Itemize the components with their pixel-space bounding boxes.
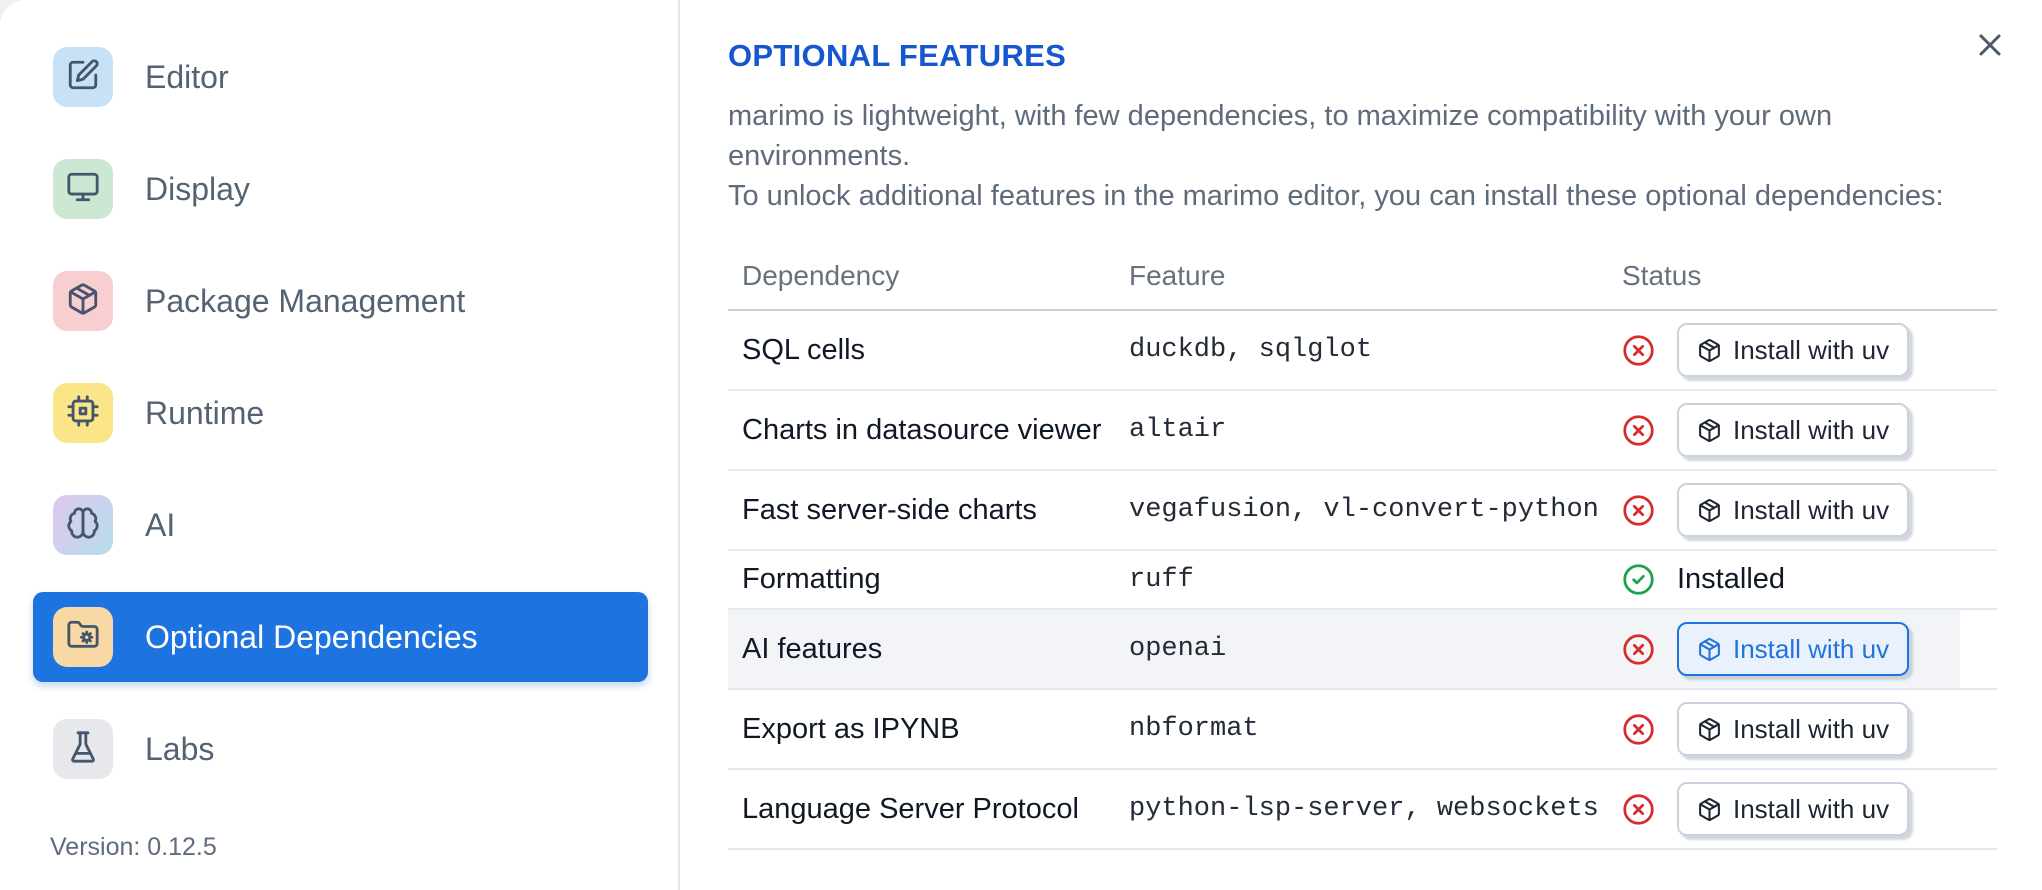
dependency-cell: Fast server-side charts <box>742 493 1037 526</box>
table-header-row: Dependency Feature Status <box>728 240 1997 311</box>
description-line: To unlock additional features in the mar… <box>728 180 1944 212</box>
feature-cell: nbformat <box>1129 714 1259 744</box>
optional-features-table: Dependency Feature Status SQL cells duck… <box>728 240 1997 850</box>
feature-cell: vegafusion, vl-convert-python <box>1129 495 1599 525</box>
installed-status-label: Installed <box>1677 563 1786 595</box>
circle-check-icon <box>1622 563 1655 596</box>
table-row-sql-cells: SQL cells duckdb, sqlglot Install with u… <box>728 311 1997 391</box>
table-row-language-server-protocol: Language Server Protocol python-lsp-serv… <box>728 770 1997 850</box>
monitor-icon <box>66 170 100 209</box>
sidebar-item-icon-chip <box>53 383 113 443</box>
sidebar-item-package-management[interactable]: Package Management <box>33 256 648 346</box>
status-cell: Install with uv <box>1622 323 1997 377</box>
install-button-label: Install with uv <box>1733 793 1890 824</box>
cpu-icon <box>66 394 100 433</box>
install-with-uv-button[interactable]: Install with uv <box>1677 702 1910 756</box>
sidebar-item-editor[interactable]: Editor <box>33 32 648 122</box>
install-with-uv-button[interactable]: Install with uv <box>1677 403 1910 457</box>
install-button-label: Install with uv <box>1733 713 1890 744</box>
package-icon <box>1697 338 1722 363</box>
description-line: marimo is lightweight, with few dependen… <box>728 100 1833 172</box>
sidebar-item-label: Runtime <box>145 394 265 431</box>
flask-icon <box>66 730 100 769</box>
optional-features-panel: OPTIONAL FEATURES marimo is lightweight,… <box>682 0 2042 890</box>
panel-description: marimo is lightweight, with few dependen… <box>728 96 1997 216</box>
sidebar-item-icon-chip <box>53 159 113 219</box>
dependency-cell: SQL cells <box>742 333 866 366</box>
table-row-fast-server-side-charts: Fast server-side charts vegafusion, vl-c… <box>728 471 1997 551</box>
settings-sidebar: Editor Display Package Management Runtim… <box>0 0 680 890</box>
package-icon <box>1697 498 1722 523</box>
table-row-charts-in-datasource-viewer: Charts in datasource viewer altair Insta… <box>728 391 1997 471</box>
sidebar-item-icon-chip <box>53 47 113 107</box>
table-row-formatting: Formatting ruff Installed <box>728 551 1997 610</box>
sidebar-item-labs[interactable]: Labs <box>33 704 648 794</box>
circle-x-icon <box>1622 633 1655 666</box>
install-button-label: Install with uv <box>1733 633 1890 664</box>
status-cell: Install with uv <box>1622 702 1997 756</box>
sidebar-item-label: Package Management <box>145 282 466 319</box>
dependency-cell: Charts in datasource viewer <box>742 413 1102 446</box>
sidebar-item-label: Editor <box>145 58 229 95</box>
install-button-label: Install with uv <box>1733 414 1890 445</box>
sidebar-item-icon-chip <box>53 719 113 779</box>
status-cell: Install with uv <box>1622 782 1997 836</box>
feature-cell: ruff <box>1129 564 1194 595</box>
dependency-cell: Export as IPYNB <box>742 712 960 745</box>
dependency-cell: Formatting <box>742 563 881 595</box>
table-body: SQL cells duckdb, sqlglot Install with u… <box>728 311 1997 850</box>
column-header-feature: Feature <box>1129 260 1226 291</box>
sidebar-nav: Editor Display Package Management Runtim… <box>0 0 678 794</box>
sidebar-item-display[interactable]: Display <box>33 144 648 234</box>
column-header-status: Status <box>1622 260 1702 291</box>
feature-cell: altair <box>1129 415 1227 445</box>
status-cell: Install with uv <box>1622 622 1997 676</box>
settings-dialog: Editor Display Package Management Runtim… <box>0 0 2042 890</box>
circle-x-icon <box>1622 414 1655 447</box>
package-icon <box>1697 418 1722 443</box>
sidebar-item-icon-chip <box>53 271 113 331</box>
install-with-uv-button[interactable]: Install with uv <box>1677 323 1910 377</box>
package-icon <box>66 282 100 321</box>
install-button-label: Install with uv <box>1733 334 1890 365</box>
install-with-uv-button[interactable]: Install with uv <box>1677 622 1910 676</box>
status-cell: Installed <box>1622 563 1997 596</box>
status-cell: Install with uv <box>1622 483 1997 537</box>
feature-cell: python-lsp-server, websockets <box>1129 794 1599 824</box>
close-button[interactable] <box>1968 24 2012 68</box>
package-icon <box>1697 797 1722 822</box>
circle-x-icon <box>1622 793 1655 826</box>
page-title: OPTIONAL FEATURES <box>728 38 1067 73</box>
sidebar-item-ai[interactable]: AI <box>33 480 648 570</box>
dependency-cell: Language Server Protocol <box>742 792 1079 825</box>
edit-icon <box>66 58 100 97</box>
install-with-uv-button[interactable]: Install with uv <box>1677 782 1910 836</box>
sidebar-item-label: AI <box>145 506 176 543</box>
install-with-uv-button[interactable]: Install with uv <box>1677 483 1910 537</box>
feature-cell: duckdb, sqlglot <box>1129 335 1373 365</box>
folder-gear-icon <box>66 618 100 657</box>
sidebar-item-icon-chip <box>53 495 113 555</box>
dependency-cell: AI features <box>742 632 883 665</box>
circle-x-icon <box>1622 334 1655 367</box>
circle-x-icon <box>1622 713 1655 746</box>
package-icon <box>1697 717 1722 742</box>
column-header-dependency: Dependency <box>742 260 900 291</box>
status-cell: Install with uv <box>1622 403 1997 457</box>
circle-x-icon <box>1622 494 1655 527</box>
close-icon <box>1972 27 2008 66</box>
feature-cell: openai <box>1129 634 1227 664</box>
sidebar-item-icon-chip <box>53 607 113 667</box>
sidebar-item-label: Optional Dependencies <box>145 618 478 655</box>
version-label: Version: 0.12.5 <box>50 833 217 861</box>
brain-icon <box>66 506 100 545</box>
table-row-ai-features: AI features openai Install with uv <box>728 610 1997 690</box>
table-row-export-as-ipynb: Export as IPYNB nbformat Install with uv <box>728 690 1997 770</box>
sidebar-item-label: Labs <box>145 730 215 767</box>
package-icon <box>1697 637 1722 662</box>
sidebar-item-optional-dependencies[interactable]: Optional Dependencies <box>33 592 648 682</box>
sidebar-item-runtime[interactable]: Runtime <box>33 368 648 458</box>
install-button-label: Install with uv <box>1733 494 1890 525</box>
sidebar-item-label: Display <box>145 170 250 207</box>
